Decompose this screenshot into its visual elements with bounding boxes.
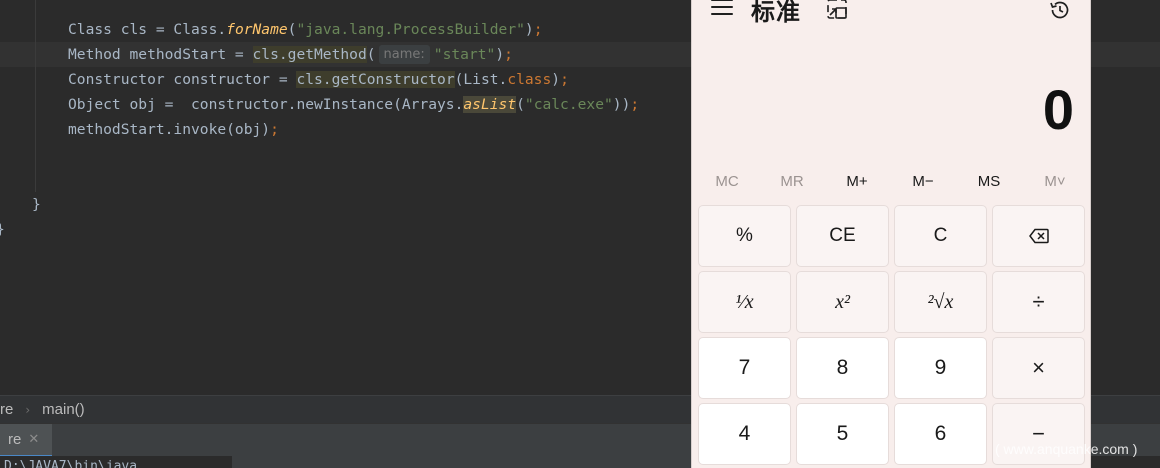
code-string: "start" [433, 46, 496, 63]
close-icon[interactable]: ✕ [28, 432, 39, 447]
calculator-window[interactable]: 标准 0 MC MR M+ M− MS M˅ % CE C ¹⁄x x² ²√x… [691, 0, 1091, 468]
breadcrumb-method[interactable]: main() [42, 401, 85, 418]
memory-row: MC MR M+ M− MS M˅ [692, 168, 1092, 196]
memory-store-button[interactable]: MS [959, 168, 1019, 196]
key-label: C [933, 225, 948, 246]
code-string: "java.lang.ProcessBuilder" [296, 21, 525, 38]
memory-recall-button[interactable]: MR [762, 168, 822, 196]
key-label: % [736, 225, 753, 246]
code-text: ) [495, 46, 505, 63]
code-semicolon: ; [270, 121, 279, 138]
code-text: Constructor constructor = [68, 71, 297, 88]
breadcrumb-class[interactable]: re [0, 401, 13, 418]
code-text: Class cls = Class. [68, 21, 227, 38]
code-line-4[interactable]: Object obj = constructor.newInstance(Arr… [68, 92, 639, 117]
run-tab-label: re [8, 431, 22, 448]
key-label: 6 [934, 422, 947, 445]
code-text: ( [516, 96, 525, 113]
key-label: 4 [738, 422, 751, 445]
digit-5-button[interactable]: 5 [796, 403, 889, 465]
memory-subtract-button[interactable]: M− [893, 168, 953, 196]
key-label: x² [835, 290, 850, 313]
digit-9-button[interactable]: 9 [894, 337, 987, 399]
key-label: 5 [836, 422, 849, 445]
class-closing-brace: } [0, 217, 5, 242]
digit-6-button[interactable]: 6 [894, 403, 987, 465]
code-line-5[interactable]: methodStart.invoke(obj); [68, 117, 279, 142]
square-button[interactable]: x² [796, 271, 889, 333]
code-semicolon: ; [533, 21, 543, 38]
calculator-display: 0 [1042, 78, 1074, 141]
code-semicolon: ; [560, 71, 569, 88]
key-label: ¹⁄x [735, 290, 754, 313]
backspace-button[interactable] [992, 205, 1085, 267]
backspace-icon [1028, 228, 1049, 244]
memory-list-button[interactable]: M˅ [1025, 168, 1085, 196]
code-text: Object obj = constructor.newInstance(Arr… [68, 96, 464, 113]
code-line-3[interactable]: Constructor constructor = cls.getConstru… [68, 67, 569, 92]
console-scrollbar[interactable] [232, 456, 692, 468]
memory-clear-button[interactable]: MC [697, 168, 757, 196]
indent-guide [35, 0, 36, 192]
code-text: ( [366, 46, 376, 63]
code-highlighted-call: cls.getConstructor [296, 71, 455, 88]
code-semicolon: ; [630, 96, 640, 113]
run-tab[interactable]: re ✕ [0, 424, 52, 457]
code-text: (List. [454, 71, 508, 88]
history-icon[interactable] [1048, 0, 1072, 22]
code-text: methodStart.invoke(obj) [68, 121, 271, 138]
calculator-title-bar: 标准 [692, 0, 1092, 30]
multiply-button[interactable]: × [992, 337, 1085, 399]
key-label: 9 [934, 356, 947, 379]
percent-button[interactable]: % [698, 205, 791, 267]
console-output: D:\JAVA7\bin\java... [4, 459, 161, 468]
code-method: forName [226, 21, 288, 38]
code-text: Method methodStart = [68, 46, 253, 63]
code-line-2[interactable]: Method methodStart = cls.getMethod(name:… [68, 42, 513, 67]
code-highlighted-call: cls.getMethod [252, 46, 367, 63]
square-root-button[interactable]: ²√x [894, 271, 987, 333]
digit-7-button[interactable]: 7 [698, 337, 791, 399]
reciprocal-button[interactable]: ¹⁄x [698, 271, 791, 333]
digit-8-button[interactable]: 8 [796, 337, 889, 399]
code-semicolon: ; [504, 46, 513, 63]
key-label: ÷ [1032, 289, 1045, 314]
calculator-mode-title: 标准 [751, 0, 801, 26]
code-keyword: class [507, 71, 552, 88]
key-label: 7 [738, 356, 751, 379]
clear-entry-button[interactable]: CE [796, 205, 889, 267]
code-text: ) [524, 21, 534, 38]
key-label: × [1032, 355, 1045, 380]
code-text: )) [612, 96, 631, 113]
hamburger-icon[interactable] [711, 0, 733, 19]
code-text: ) [551, 71, 561, 88]
divide-button[interactable]: ÷ [992, 271, 1085, 333]
watermark: ( www.anquanke.com ) [995, 441, 1138, 457]
clear-button[interactable]: C [894, 205, 987, 267]
keep-on-top-icon[interactable] [826, 0, 848, 20]
code-string: "calc.exe" [524, 96, 613, 113]
breadcrumb-separator: › [25, 402, 31, 417]
memory-add-button[interactable]: M+ [827, 168, 887, 196]
code-line-1[interactable]: Class cls = Class.forName("java.lang.Pro… [68, 17, 543, 42]
digit-4-button[interactable]: 4 [698, 403, 791, 465]
code-method: asList [463, 96, 517, 113]
key-label: ²√x [927, 290, 954, 313]
key-label: CE [829, 225, 856, 246]
method-closing-brace: } [32, 196, 41, 213]
key-label: 8 [836, 356, 849, 379]
parameter-hint: name: [378, 44, 430, 64]
